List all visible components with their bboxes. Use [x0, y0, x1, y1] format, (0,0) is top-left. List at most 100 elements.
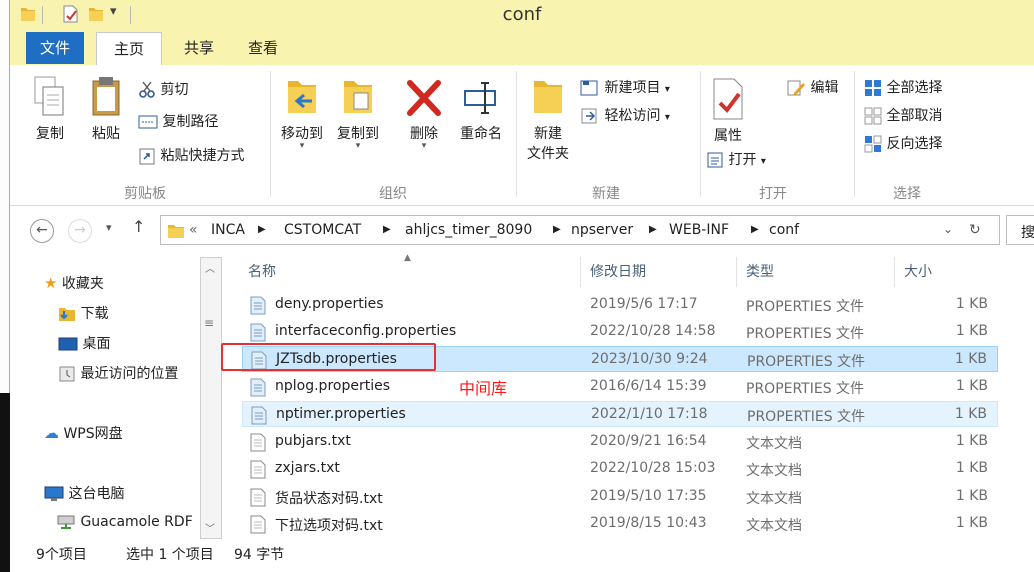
- search-input[interactable]: 搜: [1006, 215, 1034, 245]
- select-all-button[interactable]: 全部选择: [864, 77, 942, 97]
- breadcrumb-overflow[interactable]: «: [189, 222, 198, 238]
- properties-file-icon: [251, 406, 267, 425]
- nav-wps-cloud[interactable]: ☁ WPS网盘: [44, 423, 123, 443]
- cloud-icon: ☁: [44, 424, 59, 442]
- copy-button[interactable]: 复制: [28, 75, 72, 143]
- nav-favorites[interactable]: ★ 收藏夹: [44, 273, 104, 293]
- text-file-icon: [250, 460, 266, 479]
- table-row[interactable]: pubjars.txt 2020/9/21 16:54 文本文档 1 KB: [242, 429, 998, 455]
- up-arrow-icon[interactable]: ↑: [132, 217, 145, 236]
- back-arrow-icon[interactable]: ←: [30, 219, 54, 243]
- invert-selection-icon: [864, 135, 882, 153]
- navpane-scrollbar[interactable]: ︿ ≡ ﹀: [200, 257, 222, 539]
- navigation-pane: ★ 收藏夹 下载 桌面 最近访问的位置 ☁ WPS网盘 这台电脑 Guacamo…: [30, 257, 222, 539]
- table-row[interactable]: deny.properties 2019/5/6 17:17 PROPERTIE…: [242, 292, 998, 318]
- nav-desktop[interactable]: 桌面: [58, 333, 110, 353]
- cut-button[interactable]: 剪切: [138, 79, 188, 99]
- address-bar[interactable]: « INCA ▶ CSTOMCAT ▶ ahljcs_timer_8090 ▶ …: [160, 215, 1000, 245]
- title-bar: ▾ conf: [10, 0, 1034, 30]
- scroll-up-icon[interactable]: ︿: [205, 260, 215, 275]
- dropdown-arrow-icon: ▾: [664, 112, 670, 123]
- scroll-down-icon[interactable]: ﹀: [205, 520, 215, 535]
- table-row[interactable]: interfaceconfig.properties 2022/10/28 14…: [242, 319, 998, 345]
- properties-file-icon: [250, 296, 266, 315]
- select-none-icon: [864, 107, 882, 125]
- dropdown-arrow-icon: ▾: [421, 141, 427, 151]
- status-item-count: 9个项目: [36, 547, 87, 563]
- chevron-right-icon[interactable]: ▶: [649, 224, 657, 235]
- open-icon: [707, 152, 723, 168]
- background-window-edge: [0, 0, 10, 572]
- column-header-name[interactable]: 名称: [248, 261, 276, 281]
- status-bar: 9个项目 选中 1 个项目 94 字节: [10, 540, 1034, 572]
- tab-view[interactable]: 查看: [234, 32, 292, 64]
- breadcrumb-npserver[interactable]: npserver: [571, 222, 633, 238]
- new-folder-icon: [534, 81, 562, 113]
- delete-button[interactable]: 删除 ▾: [402, 75, 446, 151]
- tab-file[interactable]: 文件: [26, 32, 84, 64]
- copy-to-icon: [344, 81, 372, 113]
- nav-guacamole[interactable]: Guacamole RDF: [56, 514, 193, 530]
- downloads-folder-icon: [59, 308, 75, 321]
- refresh-icon[interactable]: ↻: [969, 222, 981, 238]
- copy-path-icon: [138, 115, 158, 129]
- column-header-date[interactable]: 修改日期: [590, 261, 646, 281]
- rename-button[interactable]: 重命名: [454, 75, 508, 143]
- nav-recent[interactable]: 最近访问的位置: [58, 363, 178, 383]
- scroll-grip-icon[interactable]: ≡: [204, 316, 214, 330]
- dropdown-arrow-icon: ▾: [355, 141, 361, 151]
- text-file-icon: [250, 515, 266, 534]
- tab-home[interactable]: 主页: [96, 32, 162, 67]
- chevron-right-icon[interactable]: ▶: [553, 224, 561, 235]
- table-row-hover[interactable]: nptimer.properties 2022/1/10 17:18 PROPE…: [242, 401, 998, 427]
- copy-path-button[interactable]: 复制路径: [138, 111, 218, 131]
- status-bytes: 94 字节: [234, 547, 285, 563]
- breadcrumb-ahljcs[interactable]: ahljcs_timer_8090: [405, 222, 532, 238]
- move-to-button[interactable]: 移动到 ▾: [276, 75, 328, 151]
- select-none-button[interactable]: 全部取消: [864, 105, 942, 125]
- ribbon-tabs: 文件 主页 共享 查看: [10, 30, 1034, 67]
- chevron-right-icon[interactable]: ▶: [383, 224, 391, 235]
- invert-selection-button[interactable]: 反向选择: [864, 133, 942, 153]
- column-header-type[interactable]: 类型: [746, 261, 774, 281]
- column-header-size[interactable]: 大小: [904, 261, 932, 281]
- properties-icon: [713, 78, 743, 120]
- table-row[interactable]: 下拉选项对码.txt 2019/8/15 10:43 文本文档 1 KB: [242, 511, 998, 537]
- desktop-icon: [58, 337, 78, 351]
- scissors-icon: [139, 81, 155, 98]
- window-title: conf: [502, 4, 542, 25]
- recent-places-icon: [59, 366, 75, 382]
- nav-this-pc[interactable]: 这台电脑: [44, 483, 124, 503]
- table-row[interactable]: zxjars.txt 2022/10/28 15:03 文本文档 1 KB: [242, 456, 998, 482]
- nav-downloads[interactable]: 下载: [58, 303, 108, 323]
- breadcrumb-web-inf[interactable]: WEB-INF: [669, 222, 729, 238]
- paste-button[interactable]: 粘贴: [84, 75, 128, 143]
- recent-locations-icon[interactable]: ▾: [106, 221, 112, 234]
- easy-access-icon: [581, 108, 597, 124]
- breadcrumb-cstomcat[interactable]: CSTOMCAT: [284, 222, 361, 238]
- new-folder-button[interactable]: 新建 文件夹: [522, 75, 574, 163]
- computer-icon: [44, 486, 64, 501]
- forward-arrow-icon[interactable]: →: [68, 219, 92, 243]
- tab-share[interactable]: 共享: [170, 32, 228, 64]
- edit-button[interactable]: 编辑: [786, 77, 838, 97]
- table-row[interactable]: 货品状态对码.txt 2019/5/10 17:35 文本文档 1 KB: [242, 484, 998, 510]
- copy-to-button[interactable]: 复制到 ▾: [332, 75, 384, 151]
- easy-access-button[interactable]: 轻松访问 ▾: [580, 105, 670, 125]
- chevron-right-icon[interactable]: ▶: [751, 224, 759, 235]
- chevron-right-icon[interactable]: ▶: [258, 224, 266, 235]
- address-dropdown-icon[interactable]: ⌄: [943, 222, 953, 236]
- new-item-button[interactable]: 新建项目 ▾: [580, 77, 670, 97]
- properties-button[interactable]: 属性: [706, 77, 750, 145]
- breadcrumb-conf[interactable]: conf: [769, 222, 799, 238]
- ribbon: 复制 粘贴 剪切 复制路径 粘贴快捷方式 剪贴板 移动到 ▾ 复制到 ▾ 删除 …: [10, 65, 1034, 206]
- dropdown-arrow-icon: ▾: [664, 84, 670, 95]
- open-button[interactable]: 打开 ▾: [706, 149, 766, 169]
- table-row[interactable]: nplog.properties 2016/6/14 15:39 PROPERT…: [242, 374, 998, 400]
- star-icon: ★: [44, 274, 58, 292]
- breadcrumb-inca[interactable]: INCA: [211, 222, 245, 238]
- properties-file-icon: [250, 378, 266, 397]
- edit-pencil-icon: [787, 80, 805, 96]
- dropdown-arrow-icon: ▾: [760, 156, 766, 167]
- paste-shortcut-button[interactable]: 粘贴快捷方式: [138, 145, 244, 165]
